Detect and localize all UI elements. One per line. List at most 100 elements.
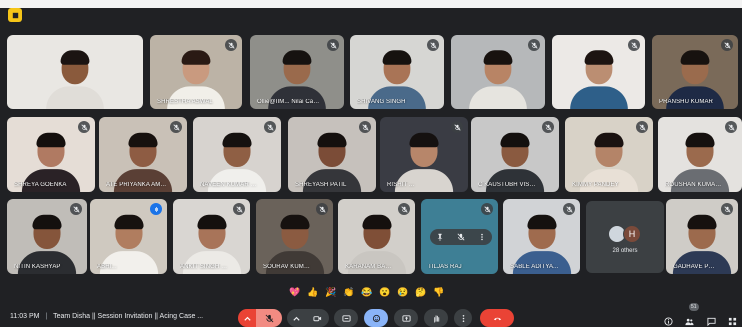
meeting-details-button[interactable] — [662, 315, 674, 327]
people-icon — [684, 318, 694, 325]
others-tile[interactable]: H 28 others — [586, 201, 664, 273]
camera-toggle-button[interactable] — [305, 309, 329, 327]
participant-tile[interactable]: PRANSHU KUMAR — [652, 35, 738, 109]
app-logo-badge — [8, 8, 22, 22]
reaction-thinking[interactable]: 🤔 — [414, 286, 428, 298]
mic-off-icon — [528, 39, 540, 51]
mute-participant-icon[interactable] — [457, 233, 465, 241]
present-icon — [401, 314, 411, 322]
mic-off-icon — [481, 203, 493, 215]
reaction-laugh[interactable]: 😂 — [360, 286, 374, 298]
emoji-icon — [372, 314, 380, 322]
mic-off-icon — [70, 203, 82, 215]
participant-name: SHIVANG SINGH — [357, 99, 406, 105]
chevron-up-icon — [292, 316, 300, 321]
mic-off-icon — [563, 203, 575, 215]
leave-call-button[interactable] — [480, 309, 514, 327]
others-label: 28 others — [612, 248, 638, 254]
participant-tile[interactable]: GADHAVE PRU... — [666, 199, 738, 274]
more-options-icon[interactable] — [478, 233, 486, 241]
reaction-cry[interactable]: 😢 — [396, 286, 410, 298]
mic-off-icon — [721, 203, 733, 215]
participant-video — [569, 50, 628, 109]
mic-options-button[interactable] — [238, 309, 256, 327]
reaction-bar: 💖 👍 🎉 👏 😂 😮 😢 🤔 👎 — [288, 284, 446, 300]
mic-off-icon — [628, 39, 640, 51]
bottom-toolbar: 11:03 PM | Team Disha || Session Invitat… — [0, 303, 742, 327]
raise-hand-button[interactable] — [424, 309, 448, 327]
mic-off-icon — [316, 203, 328, 215]
camera-options-button[interactable] — [287, 309, 305, 327]
participant-name: SHREYA GOENKA — [14, 182, 67, 188]
participant-tile[interactable]: SABLE ADITYA ARUN — [503, 199, 580, 274]
more-button[interactable] — [454, 309, 472, 327]
participant-name: ROUSHAN KUMAR JHA — [665, 182, 722, 188]
participant-tile[interactable]: ROUSHAN KUMAR JHA — [658, 117, 742, 192]
participant-name: GADHAVE PRU... — [673, 264, 718, 270]
participant-tile[interactable]: RISHIT ... — [380, 117, 468, 192]
logo-icon — [12, 12, 18, 18]
participant-tile[interactable]: SHREYA GOENKA — [7, 117, 95, 192]
participant-tile[interactable]: Ollie@IIM... Nilai Campus — [250, 35, 344, 109]
participant-video — [46, 50, 104, 109]
participant-tile[interactable]: ATE PRIYANKA AMARDE... — [99, 117, 187, 192]
mic-toggle-button[interactable] — [256, 309, 282, 327]
reaction-clap[interactable]: 👏 — [342, 286, 356, 298]
mic-off-icon — [725, 121, 737, 133]
participant-tile[interactable] — [451, 35, 545, 109]
participant-name: ATE PRIYANKA AMARDE... — [106, 182, 167, 188]
participant-name: RISHIT ... — [387, 182, 415, 188]
speaking-indicator-icon — [150, 203, 162, 215]
activities-button[interactable] — [726, 315, 738, 327]
chat-button[interactable] — [705, 315, 717, 327]
end-call-icon — [493, 317, 501, 320]
participant-tile[interactable]: NAVEEN KUMAR GANTA — [193, 117, 281, 192]
participant-tile[interactable]: KARANAM BABU SAI... — [338, 199, 415, 274]
avatar: H — [623, 225, 641, 243]
mic-off-icon — [427, 39, 439, 51]
reaction-heart[interactable]: 💖 — [288, 286, 302, 298]
camera-icon — [312, 315, 321, 321]
apps-icon — [728, 317, 736, 325]
participant-name: NITIN KASHYAP — [14, 264, 61, 270]
participant-name: ABHI... — [97, 264, 117, 270]
mic-off-icon — [721, 39, 733, 51]
reaction-surprised[interactable]: 😮 — [378, 286, 392, 298]
participant-name: KIMMY PANDEY — [572, 182, 619, 188]
participant-tile[interactable]: C KAUSTUBH VISESH G... — [471, 117, 559, 192]
participant-tile[interactable]: SHREYASH PATIL — [288, 117, 376, 192]
participant-tile[interactable]: ABHI... — [90, 199, 167, 274]
meeting-time: 11:03 PM — [10, 313, 40, 320]
participant-tile[interactable]: SHIVANG SINGH — [350, 35, 444, 109]
participant-tile[interactable]: NITIN KASHYAP — [7, 199, 87, 274]
mic-off-icon — [225, 39, 237, 51]
participant-tile[interactable]: ANKIT SINGH GODARA — [173, 199, 250, 274]
participant-tile[interactable] — [7, 35, 143, 109]
participant-tile[interactable]: SHRESTHA ASWAL — [150, 35, 242, 109]
mic-off-icon — [451, 121, 463, 133]
tile-hover-toolbar — [430, 229, 492, 245]
participant-name: SHRESTHA ASWAL — [157, 99, 213, 105]
reaction-party[interactable]: 🎉 — [324, 286, 338, 298]
mic-off-icon — [233, 203, 245, 215]
separator: | — [45, 313, 48, 320]
hand-icon — [433, 314, 439, 323]
mic-off-icon — [542, 121, 554, 133]
participant-name: SHREYASH PATIL — [295, 182, 347, 188]
participant-tile[interactable] — [552, 35, 645, 109]
participant-name: PRANSHU KUMAR — [659, 99, 713, 105]
reaction-thumbs-down[interactable]: 👎 — [432, 286, 446, 298]
people-button[interactable] — [683, 315, 695, 327]
more-vert-icon — [462, 314, 464, 322]
present-button[interactable] — [394, 309, 418, 327]
reactions-button[interactable] — [364, 309, 388, 327]
participant-tile[interactable]: KIMMY PANDEY — [565, 117, 653, 192]
participant-name: Ollie@IIM... Nilai Campus — [257, 99, 324, 105]
info-icon — [663, 316, 673, 326]
pin-icon[interactable] — [436, 233, 444, 241]
captions-button[interactable] — [334, 309, 358, 327]
participant-tile[interactable]: SOURAV KUMAR RA... — [256, 199, 333, 274]
reaction-thumbs-up[interactable]: 👍 — [306, 286, 320, 298]
mic-off-icon — [327, 39, 339, 51]
participant-name: ANKIT SINGH GODARA — [180, 264, 230, 270]
